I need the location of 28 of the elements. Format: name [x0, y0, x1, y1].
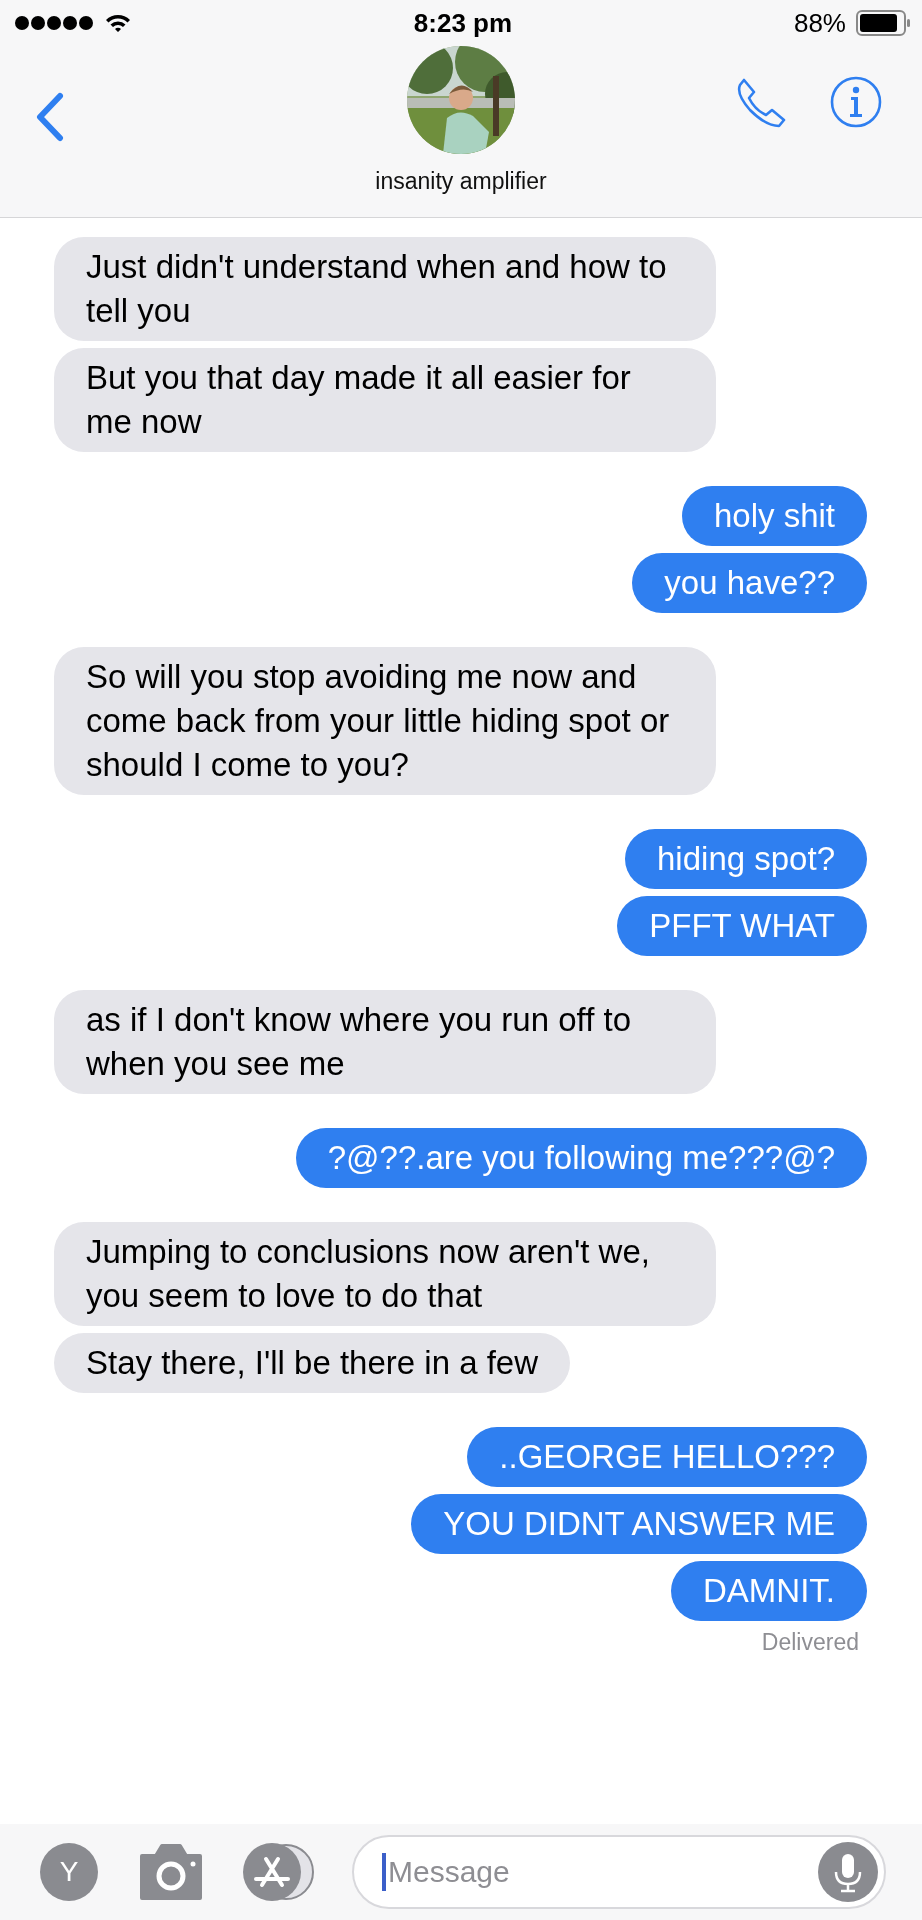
signal-icon	[14, 15, 94, 31]
delivery-status: Delivered	[761, 1629, 859, 1656]
camera-icon[interactable]	[138, 1844, 204, 1900]
microphone-icon[interactable]	[818, 1842, 878, 1902]
sent-message: you have??	[632, 553, 867, 613]
wifi-icon	[104, 12, 132, 34]
info-icon[interactable]	[830, 76, 882, 128]
sent-message: holy shit	[681, 486, 867, 546]
received-message: as if I don't know where you run off to when you see me	[54, 990, 716, 1094]
sent-message: hiding spot?	[625, 829, 867, 889]
sent-message: ..GEORGE HELLO???	[467, 1427, 867, 1487]
battery-percentage: 88%	[793, 7, 846, 39]
back-icon[interactable]	[34, 92, 64, 142]
status-time: 8:23 pm	[413, 7, 513, 39]
phone-icon[interactable]	[736, 76, 788, 128]
received-message: So will you stop avoiding me now and come back from your little hiding spot or should I come to you?	[54, 647, 716, 795]
received-message: Jumping to conclusions now aren't we, you seem to love to do that	[54, 1222, 716, 1326]
sent-message: DAMNIT.	[671, 1561, 867, 1621]
message-input[interactable]: Message	[386, 1854, 818, 1890]
sent-message: YOU DIDNT ANSWER ME	[411, 1494, 867, 1554]
message-field[interactable]: Message	[352, 1835, 886, 1909]
sent-message: ?@??.are you following me???@?	[295, 1128, 867, 1188]
received-message: Just didn't understand when and how to tell you	[54, 237, 716, 341]
received-message: But you that day made it all easier for me now	[54, 348, 716, 452]
battery-icon	[856, 10, 912, 36]
received-message: Stay there, I'll be there in a few	[54, 1333, 571, 1393]
sent-message: PFFT WHAT	[617, 896, 867, 956]
contact-name[interactable]: insanity amplifier	[375, 168, 547, 195]
